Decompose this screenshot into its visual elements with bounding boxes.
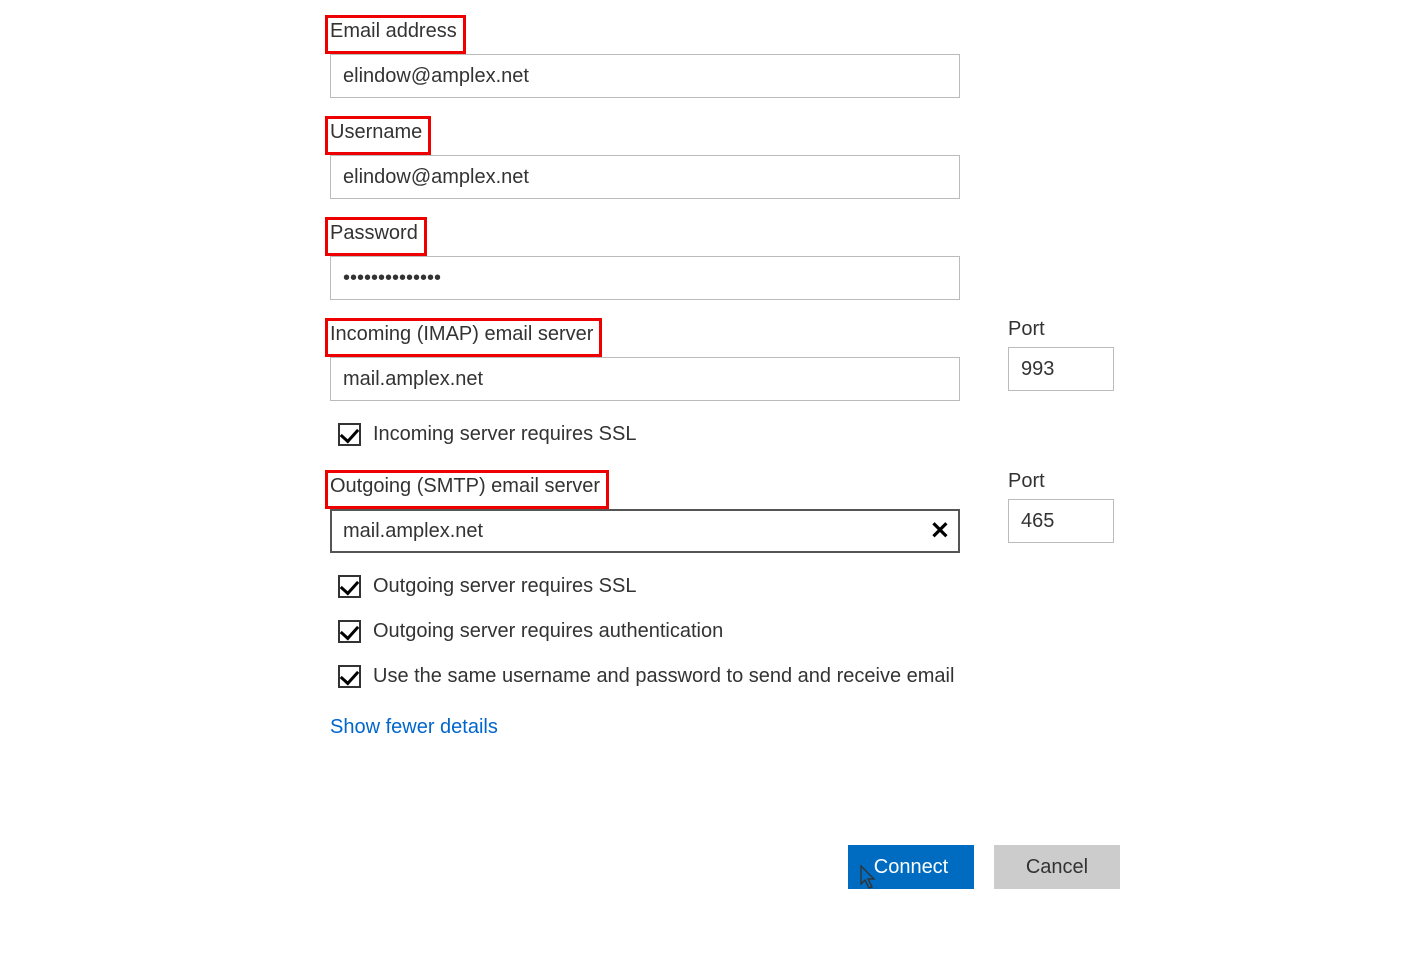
password-field-group: Password [330,217,1120,300]
outgoing-server-label: Outgoing (SMTP) email server [330,475,600,498]
outgoing-port-label: Port [1008,470,1114,493]
clear-icon[interactable]: ✕ [930,517,950,546]
same-credentials-checkbox[interactable] [338,665,361,688]
password-label: Password [330,222,418,245]
incoming-ssl-label[interactable]: Incoming server requires SSL [373,423,636,446]
outgoing-ssl-row[interactable]: Outgoing server requires SSL [338,575,1120,598]
incoming-port-input[interactable] [1008,347,1114,391]
password-input[interactable] [330,256,960,300]
email-field-group: Email address [330,15,1120,98]
incoming-server-label: Incoming (IMAP) email server [330,323,593,346]
email-label: Email address [330,20,457,43]
email-settings-form: Email address Username Password Incoming… [330,15,1120,739]
incoming-server-label-highlight: Incoming (IMAP) email server [325,318,602,357]
username-label: Username [330,121,422,144]
outgoing-auth-row[interactable]: Outgoing server requires authentication [338,620,1120,643]
outgoing-ssl-checkbox[interactable] [338,575,361,598]
email-label-highlight: Email address [325,15,466,54]
email-input[interactable] [330,54,960,98]
show-fewer-details-link[interactable]: Show fewer details [330,716,498,739]
incoming-server-input[interactable] [330,357,960,401]
password-label-highlight: Password [325,217,427,256]
connect-button[interactable]: Connect [848,845,974,889]
outgoing-ssl-label[interactable]: Outgoing server requires SSL [373,575,636,598]
incoming-port-label: Port [1008,318,1114,341]
outgoing-server-input[interactable] [330,509,960,553]
outgoing-port-input[interactable] [1008,499,1114,543]
button-row: Connect Cancel [330,845,1120,889]
outgoing-server-label-highlight: Outgoing (SMTP) email server [325,470,609,509]
incoming-server-row: Incoming (IMAP) email server Port [330,318,1120,401]
outgoing-auth-checkbox[interactable] [338,620,361,643]
outgoing-auth-label[interactable]: Outgoing server requires authentication [373,620,723,643]
username-input[interactable] [330,155,960,199]
incoming-ssl-row[interactable]: Incoming server requires SSL [338,423,1120,446]
cancel-button[interactable]: Cancel [994,845,1120,889]
username-field-group: Username [330,116,1120,199]
same-credentials-label[interactable]: Use the same username and password to se… [373,665,954,688]
username-label-highlight: Username [325,116,431,155]
same-credentials-row[interactable]: Use the same username and password to se… [338,665,1120,688]
outgoing-server-row: Outgoing (SMTP) email server ✕ Port [330,470,1120,553]
incoming-ssl-checkbox[interactable] [338,423,361,446]
